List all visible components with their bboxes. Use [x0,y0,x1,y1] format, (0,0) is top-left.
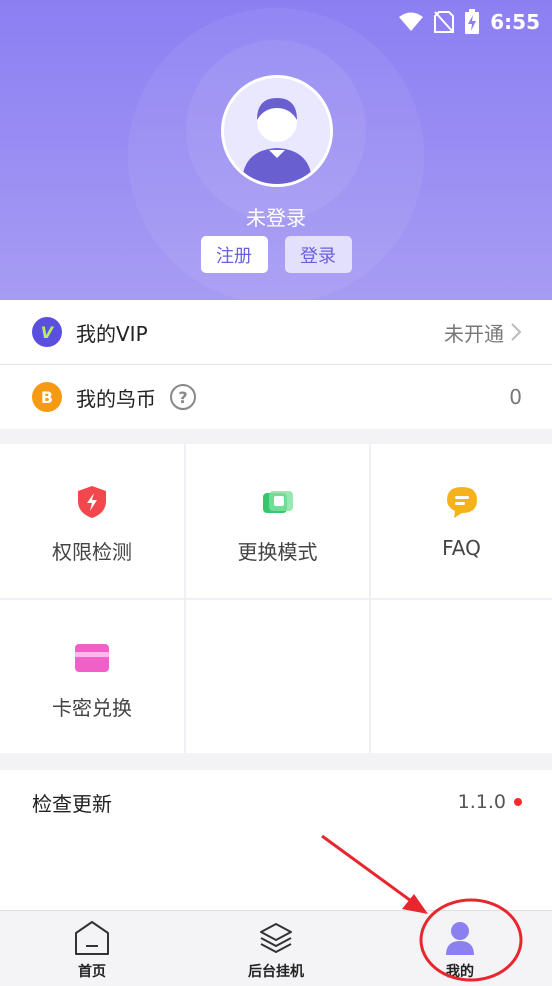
tab-background-run[interactable]: 后台挂机 [184,911,368,986]
home-icon [75,921,109,955]
feature-switch-mode[interactable]: 更换模式 [186,444,369,598]
feature-label: 卡密兑换 [52,696,132,720]
tab-label: 后台挂机 [248,964,304,980]
check-update-row[interactable]: 检查更新 1.1.0 [0,770,552,834]
auth-buttons: 注册 登录 [0,236,552,273]
empty-area [0,834,552,910]
switch-icon [262,491,293,513]
tab-label: 我的 [446,964,474,980]
vip-badge-letter: V [40,322,54,342]
login-button[interactable]: 登录 [284,236,352,273]
feature-label: FAQ [442,536,481,560]
register-button[interactable]: 注册 [200,236,268,273]
layers-icon [260,923,292,953]
battery-charging-icon [465,9,480,34]
feature-label: 权限检测 [52,540,132,564]
coin-badge-letter: B [40,387,54,407]
feature-permission-check[interactable]: 权限检测 [0,444,184,598]
vip-status: 未开通 [444,321,504,346]
vip-badge-icon: V [32,317,62,347]
username-label: 未登录 [246,206,306,230]
profile-header: 6:55 未登录 注册 登录 [0,0,552,300]
profile-icon [446,922,474,955]
feature-grid: 权限检测 更换模式 FAQ 卡密兑换 [0,444,552,753]
no-sim-icon [434,11,455,33]
coin-badge-icon: B [32,382,62,412]
vip-value: 未开通 [444,318,522,347]
feature-label: 更换模式 [237,540,318,564]
chat-bubble-icon [446,487,477,518]
coin-label: 我的鸟币 [76,386,156,411]
help-icon[interactable]: ? [170,384,196,410]
coin-value: 0 [509,385,522,409]
tab-label: 首页 [78,964,106,980]
avatar-person-icon [242,98,312,184]
chevron-right-icon [511,323,522,341]
tab-home[interactable]: 首页 [0,911,184,986]
vip-label: 我的VIP [76,321,148,346]
status-time: 6:55 [490,10,540,34]
tab-mine[interactable]: 我的 [368,911,552,986]
status-bar: 6:55 [398,8,540,36]
coin-row[interactable]: B 我的鸟币 ? 0 [0,365,552,429]
feature-card-redeem[interactable]: 卡密兑换 [0,600,184,753]
help-mark: ? [178,387,188,407]
avatar[interactable] [221,75,333,187]
check-update-label: 检查更新 [32,791,112,816]
version-label: 1.1.0 [457,791,506,813]
feature-empty-cell [186,600,369,753]
feature-faq[interactable]: FAQ [371,444,552,598]
update-dot-icon [514,798,522,806]
feature-empty-cell [371,600,552,753]
bottom-tab-bar: 首页 后台挂机 我的 [0,910,552,986]
card-icon [75,644,109,672]
shield-icon [78,486,106,518]
wifi-icon [399,12,424,31]
vip-row[interactable]: V 我的VIP 未开通 [0,300,552,364]
